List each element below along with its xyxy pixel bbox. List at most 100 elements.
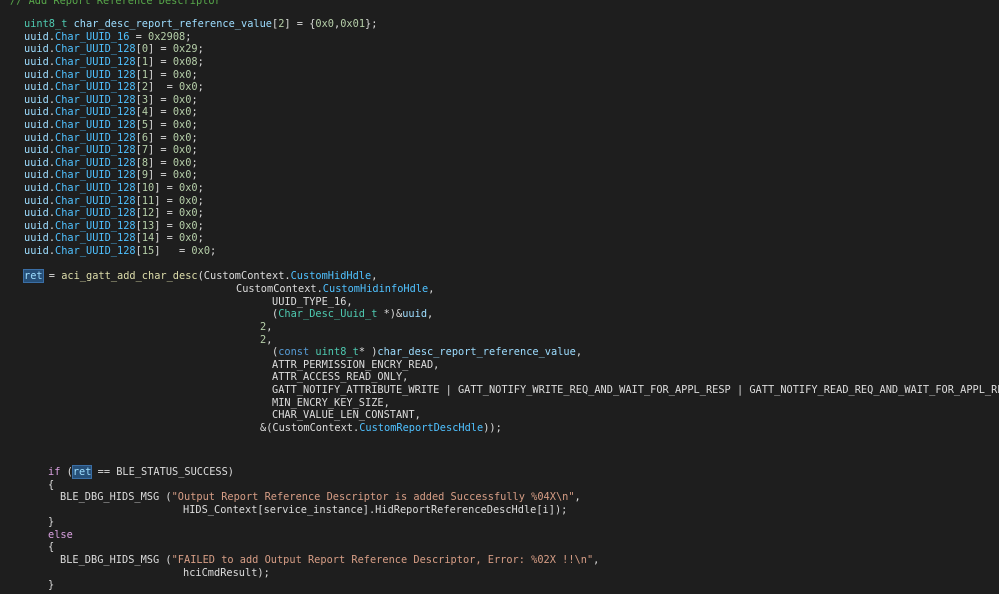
- code-token: ;: [197, 220, 204, 232]
- code-line: uuid.Char_UUID_16 = 0x2908;: [24, 31, 191, 44]
- code-token: ] =: [148, 94, 173, 106]
- code-token: uuid: [24, 56, 49, 68]
- code-token: else: [48, 529, 73, 541]
- code-line: uuid.Char_UUID_128[12] = 0x0;: [24, 207, 204, 220]
- code-line: ATTR_PERMISSION_ENCRY_READ,: [272, 359, 439, 372]
- code-token: ] = {: [284, 18, 316, 30]
- code-line: 2,: [260, 334, 272, 347]
- code-token: ] =: [148, 157, 173, 169]
- code-token: 0x0: [172, 119, 192, 131]
- code-line: uuid.Char_UUID_128[15] = 0x0;: [24, 245, 216, 258]
- code-token: ;: [191, 144, 198, 156]
- code-token: 0x0: [179, 182, 198, 194]
- code-line: uuid.Char_UUID_128[6] = 0x0;: [24, 132, 198, 145]
- code-line: (const uint8_t* )char_desc_report_refere…: [272, 346, 582, 359]
- code-line: 2,: [260, 321, 272, 334]
- code-token: uuid: [24, 119, 49, 131]
- code-token: Char_UUID_128: [55, 195, 136, 207]
- code-token: Char_UUID_128: [55, 220, 136, 232]
- code-line: uuid.Char_UUID_128[0] = 0x29;: [24, 43, 204, 56]
- code-line: uuid.Char_UUID_128[11] = 0x0;: [24, 195, 204, 208]
- code-token: Char_UUID_128: [55, 207, 136, 219]
- code-token: ] =: [148, 69, 173, 81]
- code-token: BLE_DBG_HIDS_MSG (: [60, 554, 172, 566]
- code-token: ;: [197, 81, 204, 93]
- code-token: 12: [141, 207, 155, 219]
- code-token: Char_UUID_128: [55, 81, 136, 93]
- code-token: uint8_t: [315, 346, 359, 358]
- code-token: 0x2908: [148, 31, 186, 43]
- code-token: Char_UUID_128: [55, 144, 136, 156]
- code-token: 0x0: [172, 69, 192, 81]
- code-line: uuid.Char_UUID_128[9] = 0x0;: [24, 169, 198, 182]
- code-token: uuid: [402, 308, 428, 320]
- code-token: {: [48, 541, 55, 553]
- code-token: 13: [141, 220, 155, 232]
- code-token: uuid: [24, 169, 49, 181]
- code-line: hciCmdResult);: [183, 567, 270, 580]
- code-line: }: [48, 579, 54, 592]
- code-line: uuid.Char_UUID_128[14] = 0x0;: [24, 232, 204, 245]
- code-token: 0x01: [340, 18, 366, 30]
- code-token: ;: [197, 232, 204, 244]
- code-token: &(CustomContext.: [260, 422, 360, 434]
- code-token: ;: [197, 207, 204, 219]
- code-token: ;: [185, 31, 192, 43]
- code-token: CustomContext.: [236, 283, 323, 295]
- code-token: uuid: [24, 43, 49, 55]
- highlighted-token: ret: [71, 465, 93, 479]
- code-line: UUID_TYPE_16,: [272, 296, 353, 309]
- code-token: CustomHidinfoHdle: [322, 283, 429, 295]
- code-token: ] =: [148, 169, 173, 181]
- code-token: ,: [266, 321, 273, 333]
- code-token: ,: [371, 270, 378, 282]
- code-token: HIDS_Context[service_instance].HidReport…: [183, 504, 568, 516]
- code-token: ;: [197, 56, 204, 68]
- code-editor[interactable]: // Add Report Reference Descriptor uint8_…: [0, 0, 999, 594]
- code-token: uint8_t: [24, 18, 68, 30]
- code-token: uuid: [24, 157, 49, 169]
- code-token: ] =: [148, 43, 173, 55]
- code-token: if: [48, 466, 61, 478]
- code-token: 0x0: [179, 81, 198, 93]
- code-token: ] =: [148, 81, 180, 93]
- code-token: {: [48, 479, 55, 491]
- code-line: {: [48, 541, 54, 554]
- code-token: 0x0: [172, 144, 192, 156]
- code-token: uuid: [24, 31, 49, 43]
- code-token: char_desc_report_reference_value: [377, 346, 576, 358]
- code-token: ,: [593, 554, 600, 566]
- code-token: uuid: [24, 232, 49, 244]
- code-token: ] =: [148, 144, 173, 156]
- code-token: 0x0: [315, 18, 335, 30]
- code-token: 0x08: [172, 56, 198, 68]
- code-token: (CustomContext.: [197, 270, 291, 282]
- highlighted-token: ret: [23, 269, 44, 283]
- code-token: ;: [197, 182, 204, 194]
- code-token: char_desc_report_reference_value: [73, 18, 272, 30]
- code-token: ;: [191, 157, 198, 169]
- code-token: ;: [210, 245, 217, 257]
- code-token: 0x0: [172, 94, 192, 106]
- code-line: uuid.Char_UUID_128[1] = 0x0;: [24, 69, 198, 82]
- code-token: Char_UUID_128: [55, 56, 136, 68]
- code-line: BLE_DBG_HIDS_MSG ("FAILED to add Output …: [60, 554, 599, 567]
- code-token: uuid: [24, 220, 49, 232]
- code-line: if (ret == BLE_STATUS_SUCCESS): [48, 465, 235, 479]
- code-token: 14: [141, 232, 155, 244]
- code-token: ;: [191, 69, 198, 81]
- code-token: ;: [197, 43, 204, 55]
- code-token: aci_gatt_add_char_desc: [61, 270, 198, 282]
- code-token: }: [48, 516, 55, 528]
- code-token: Char_UUID_128: [55, 119, 136, 131]
- code-token: UUID_TYPE_16,: [272, 296, 353, 308]
- code-token: Char_UUID_128: [55, 245, 136, 257]
- code-token: "Output Report Reference Descriptor is a…: [171, 491, 575, 503]
- code-line: else: [48, 529, 73, 542]
- code-token: Char_UUID_128: [55, 94, 136, 106]
- code-token: == BLE_STATUS_SUCCESS): [91, 466, 235, 478]
- code-token: 11: [141, 195, 155, 207]
- code-token: Char_UUID_128: [55, 69, 136, 81]
- code-token: ;: [191, 169, 198, 181]
- code-line: &(CustomContext.CustomReportDescHdle));: [260, 422, 502, 435]
